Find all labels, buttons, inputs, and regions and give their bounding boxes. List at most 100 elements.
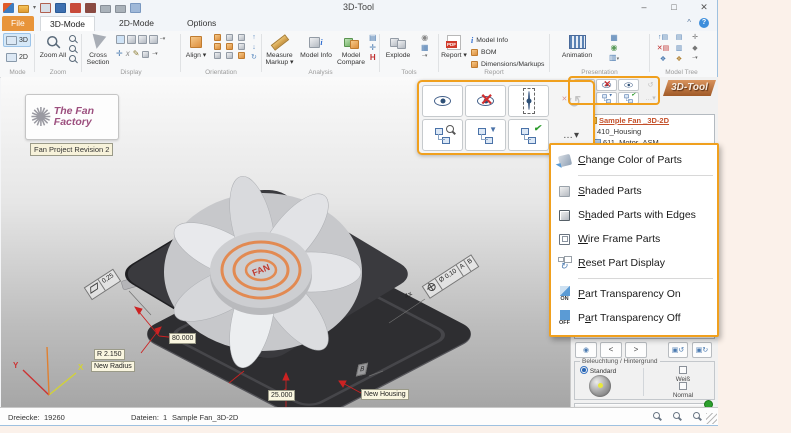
view-back-icon[interactable]: [226, 34, 233, 41]
zoom-fit-icon[interactable]: [652, 411, 662, 421]
normal-checkbox[interactable]: [679, 382, 687, 390]
mode-2d-button[interactable]: 2D: [3, 50, 31, 64]
parts-toggle-icon[interactable]: [142, 51, 149, 58]
wall-thickness-icon[interactable]: H: [370, 54, 376, 62]
tab-2d-mode[interactable]: 2D-Mode: [110, 16, 163, 31]
coordinate-toggle-icon[interactable]: x: [126, 50, 130, 58]
menu-item-transparency-off[interactable]: OFF Part Transparency Off: [551, 306, 717, 330]
tree-row-root[interactable]: Sample Fan _3D-2D: [575, 115, 714, 126]
tree-check-icon[interactable]: ✔: [618, 92, 639, 104]
tools-dropdown-icon[interactable]: –▾: [422, 54, 427, 59]
report-model-info-button[interactable]: iModel Info: [471, 34, 544, 46]
tree-filter-icon[interactable]: ▼: [596, 92, 617, 104]
grid-table-icon[interactable]: ▤: [369, 34, 377, 42]
tree-list-icon[interactable]: ▥: [676, 45, 683, 56]
tree-row-housing[interactable]: 410_Housing: [575, 126, 714, 137]
tile-views-icon[interactable]: ▦: [610, 34, 618, 42]
fan-impeller-icon: ✺: [30, 104, 52, 130]
restore-view-button[interactable]: ▣↻: [692, 342, 712, 358]
tab-3d-mode[interactable]: 3D-Mode: [40, 16, 95, 31]
measure-markup-button[interactable]: MeasureMarkup ▾: [263, 33, 296, 66]
white-checkbox[interactable]: [679, 366, 687, 374]
menu-item-wireframe[interactable]: Wire Frame Parts: [551, 227, 717, 251]
cross-section-button[interactable]: CrossSection: [83, 33, 113, 66]
grid-icon[interactable]: ▦: [421, 44, 429, 52]
mode-3d-button[interactable]: 3D: [3, 33, 31, 47]
view-iso1-icon[interactable]: [238, 34, 245, 41]
tree-check-button[interactable]: ✔: [508, 119, 549, 151]
menu-item-reset-display[interactable]: Reset Part Display: [551, 251, 717, 275]
display-wireframe-toggle[interactable]: [138, 35, 147, 44]
hide-part-button[interactable]: [465, 85, 506, 117]
menu-item-shaded-edges[interactable]: Shaded Parts with Edges: [551, 203, 717, 227]
show-only-selected-button[interactable]: [508, 85, 549, 117]
axis-x-label: X: [78, 363, 83, 372]
standard-radio[interactable]: [580, 366, 588, 374]
tree-search-button[interactable]: [422, 119, 463, 151]
report-bom-button[interactable]: BOM: [471, 46, 544, 58]
rotate-cw-icon[interactable]: ↻: [251, 54, 257, 62]
view-front-icon[interactable]: [214, 34, 221, 41]
view-top-icon[interactable]: [214, 52, 221, 59]
model-info-button[interactable]: i Model Info: [299, 33, 333, 59]
display-transparent-toggle[interactable]: [149, 35, 158, 44]
tree-color-icon[interactable]: ❖: [676, 56, 682, 67]
tab-file[interactable]: File: [2, 16, 34, 31]
animation-button[interactable]: Animation: [557, 33, 597, 59]
zoom-in-status-icon[interactable]: [692, 411, 702, 421]
show-part-button[interactable]: [422, 85, 463, 117]
tree-expand-icon[interactable]: ↑▤: [658, 34, 668, 45]
report-button[interactable]: Report ▾: [440, 33, 468, 59]
prev-view-button[interactable]: <: [600, 342, 622, 358]
view-right-icon[interactable]: [226, 43, 233, 50]
tree-delete-icon[interactable]: ✕▤: [657, 45, 669, 56]
tree-dropdown-icon[interactable]: –▾: [692, 56, 697, 67]
display-shaded-edges-toggle[interactable]: [127, 35, 136, 44]
zoom-out-icon[interactable]: [69, 55, 77, 63]
save-view-button[interactable]: ▣↺: [668, 342, 688, 358]
tree-more-icon[interactable]: …▾: [640, 92, 661, 104]
axes-toggle-icon[interactable]: ✛: [116, 50, 123, 58]
view-iso3-icon[interactable]: [238, 52, 245, 59]
draft-angle-icon[interactable]: ✛: [369, 44, 376, 52]
collapse-ribbon-icon[interactable]: ^: [687, 18, 691, 28]
rotate-up-icon[interactable]: ↑: [252, 34, 256, 42]
rotate-down-icon[interactable]: ↓: [252, 44, 256, 52]
zoom-in-icon[interactable]: [69, 45, 77, 53]
maximize-button[interactable]: □: [667, 0, 681, 15]
next-view-button[interactable]: >: [625, 342, 647, 358]
explode-button[interactable]: Explode: [381, 33, 415, 59]
video-save-icon[interactable]: ▥▾: [609, 54, 619, 62]
zoom-all-button[interactable]: Zoom All: [36, 33, 70, 59]
zoom-window-icon[interactable]: [69, 35, 77, 43]
flatness-symbol-icon: [90, 282, 98, 294]
pick-color-icon[interactable]: ◉: [421, 34, 428, 42]
tree-select-icon[interactable]: ❖: [660, 56, 666, 67]
view-iso2-icon[interactable]: [238, 43, 245, 50]
display-shaded-toggle[interactable]: [116, 35, 125, 44]
help-icon[interactable]: ?: [699, 18, 709, 28]
menu-item-transparency-on[interactable]: ON Part Transparency On: [551, 282, 717, 306]
view-bottom-icon[interactable]: [226, 52, 233, 59]
zoom-out-status-icon[interactable]: [672, 411, 682, 421]
tab-options[interactable]: Options: [178, 16, 225, 31]
resize-grip[interactable]: [706, 413, 717, 424]
default-view-button[interactable]: ◉: [575, 342, 597, 358]
lighting-sphere[interactable]: [589, 375, 611, 397]
tree-filter-button[interactable]: ▼: [465, 119, 506, 151]
model-compare-button[interactable]: ModelCompare: [335, 33, 367, 66]
tree-collapse-icon[interactable]: ▤: [676, 34, 683, 45]
align-button[interactable]: Align ▾: [182, 33, 210, 59]
menu-item-change-color[interactable]: Change Color of Parts: [551, 148, 717, 172]
menu-item-shaded[interactable]: Shaded Parts: [551, 179, 717, 203]
camera-path-icon[interactable]: ◉: [611, 44, 618, 52]
show-only-icon[interactable]: [618, 79, 639, 91]
close-button[interactable]: ✕: [697, 0, 711, 15]
hide-part-icon[interactable]: [596, 79, 617, 91]
display-dropdown-icon[interactable]: –▾: [160, 37, 165, 42]
view-left-icon[interactable]: [214, 43, 221, 50]
minimize-button[interactable]: –: [637, 0, 651, 15]
display-dropdown2-icon[interactable]: –▾: [152, 52, 157, 57]
tree-move-icon[interactable]: ✛: [692, 34, 698, 45]
annotation-toggle-icon[interactable]: ✎: [133, 50, 140, 58]
